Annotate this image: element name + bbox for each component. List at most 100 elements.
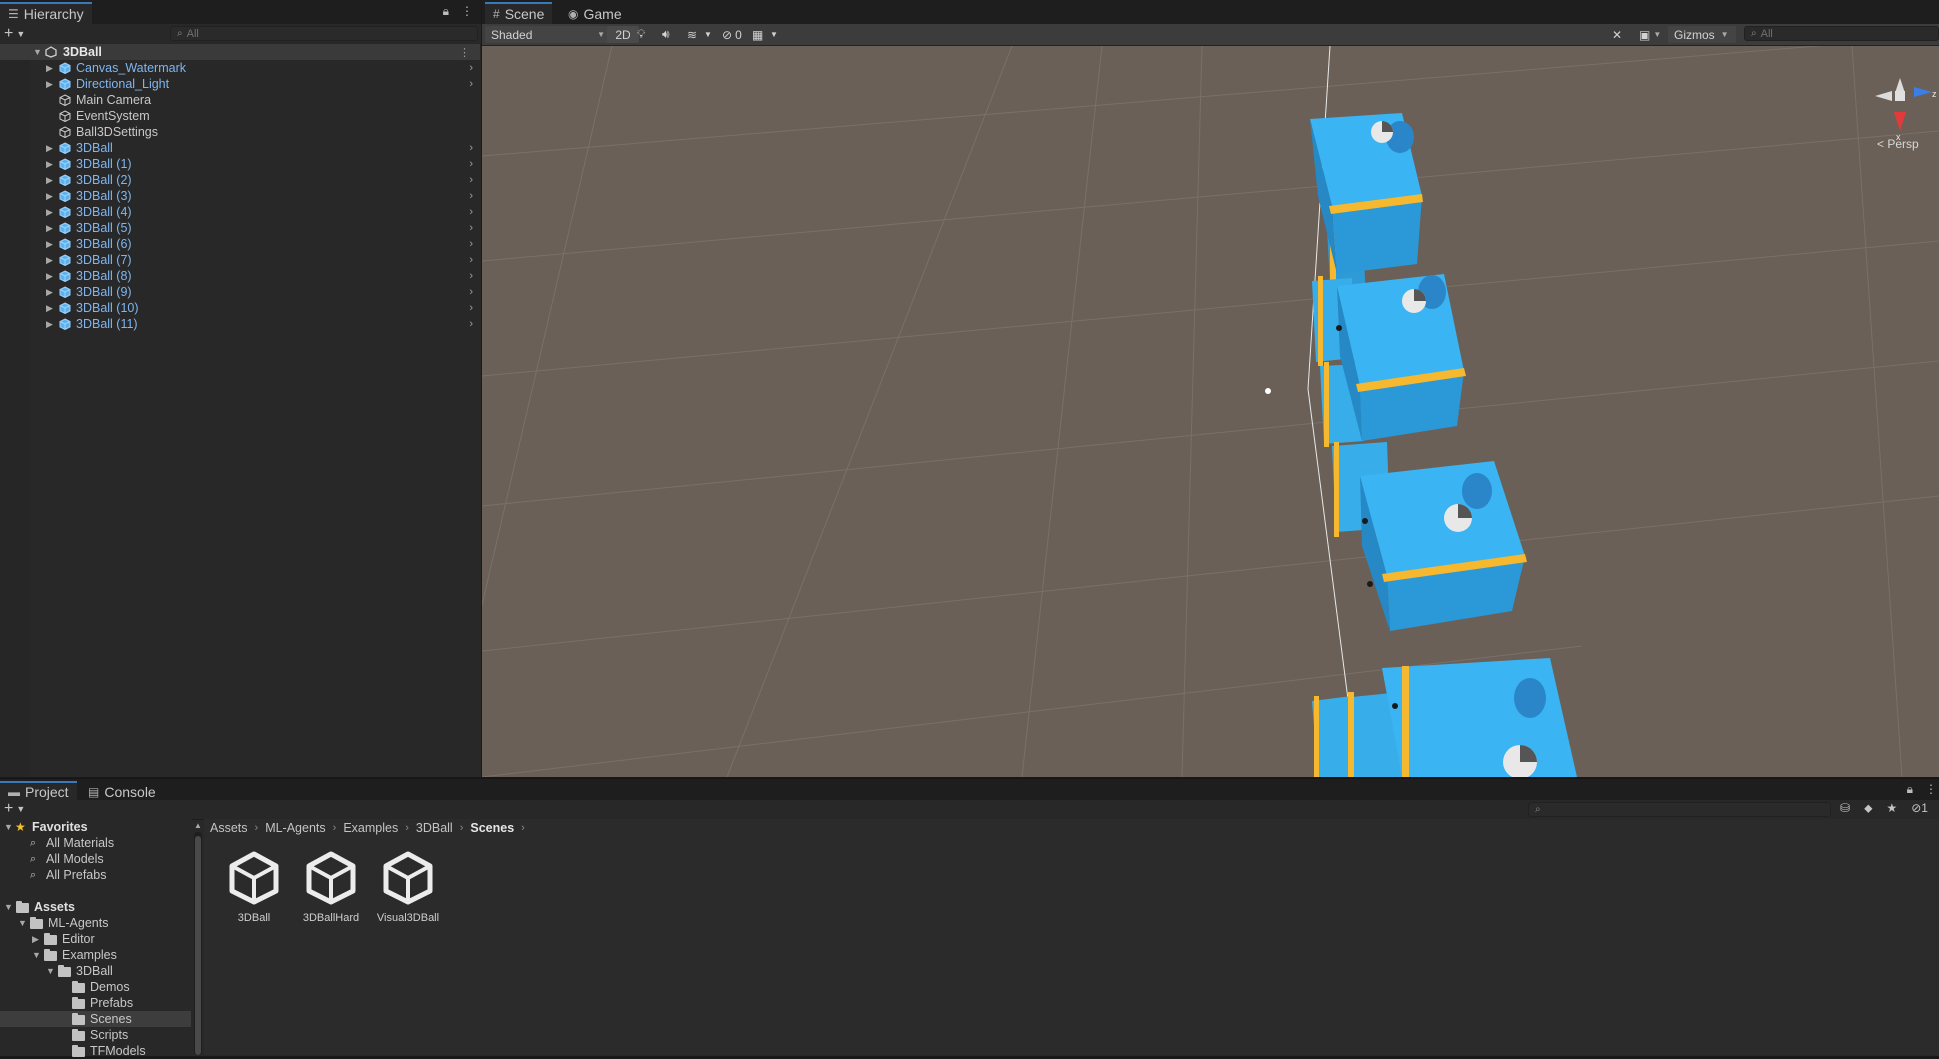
scene-search-input[interactable]: ⌕ All: [1744, 26, 1939, 41]
scrollbar-thumb[interactable]: [195, 836, 201, 1055]
breadcrumb-item[interactable]: ML-Agents: [265, 821, 325, 835]
tab-project[interactable]: ▬ Project: [0, 781, 77, 801]
expand-arrow-icon[interactable]: ▶: [46, 191, 53, 202]
hierarchy-item[interactable]: ▶ 3DBall (11) ›: [0, 316, 480, 332]
expand-arrow-icon[interactable]: ▼: [4, 902, 13, 912]
expand-arrow-icon[interactable]: ▶: [46, 255, 53, 266]
breadcrumb-item[interactable]: 3DBall: [416, 821, 453, 835]
tools-icon[interactable]: ✕: [1612, 26, 1622, 43]
hierarchy-item[interactable]: ▶ Directional_Light ›: [0, 76, 480, 92]
hierarchy-item[interactable]: ▶ 3DBall (3) ›: [0, 188, 480, 204]
chevron-right-icon[interactable]: ›: [469, 238, 473, 250]
chevron-right-icon[interactable]: ›: [469, 302, 473, 314]
chevron-right-icon[interactable]: ›: [469, 62, 473, 74]
hidden-objects-toggle[interactable]: ⊘ 0: [722, 26, 742, 43]
expand-arrow-icon[interactable]: ▶: [46, 159, 53, 170]
label-filter-icon[interactable]: ⬥: [1864, 801, 1872, 816]
expand-arrow-icon[interactable]: ▼: [18, 918, 27, 928]
camera-icon[interactable]: ▣ ▼: [1639, 26, 1661, 43]
breadcrumb-item[interactable]: Examples: [343, 821, 398, 835]
grid-dropdown-icon[interactable]: ▼: [770, 26, 778, 43]
create-button[interactable]: + ▼: [4, 24, 25, 44]
hierarchy-item[interactable]: EventSystem: [0, 108, 480, 124]
chevron-right-icon[interactable]: ›: [469, 142, 473, 154]
chevron-right-icon[interactable]: ›: [469, 286, 473, 298]
tab-hierarchy[interactable]: ☰ Hierarchy: [0, 2, 92, 24]
hierarchy-item[interactable]: ▶ 3DBall (9) ›: [0, 284, 480, 300]
favorite-star-icon[interactable]: ★: [1886, 801, 1897, 816]
chevron-right-icon[interactable]: ›: [469, 318, 473, 330]
hidden-packages-toggle[interactable]: ⊘1: [1911, 801, 1928, 816]
hierarchy-search-input[interactable]: ⌕ All: [170, 26, 478, 41]
scene-asset[interactable]: Visual3DBall: [369, 851, 447, 924]
hierarchy-item[interactable]: Ball3DSettings: [0, 124, 480, 140]
hierarchy-item[interactable]: ▶ Canvas_Watermark ›: [0, 60, 480, 76]
hierarchy-tabbar: ☰ Hierarchy 🔒︎ ⋮: [0, 0, 481, 24]
lock-icon[interactable]: 🔒︎: [443, 4, 449, 19]
chevron-right-icon[interactable]: ›: [469, 158, 473, 170]
tab-scene[interactable]: # Scene: [485, 2, 553, 24]
expand-arrow-icon[interactable]: ▶: [46, 223, 53, 234]
hierarchy-item[interactable]: ▶ 3DBall (2) ›: [0, 172, 480, 188]
chevron-right-icon[interactable]: ›: [469, 270, 473, 282]
breadcrumb-item[interactable]: Scenes: [470, 821, 514, 835]
expand-arrow-icon[interactable]: ▼: [33, 47, 42, 57]
expand-arrow-icon[interactable]: ▶: [46, 207, 53, 218]
chevron-right-icon[interactable]: ›: [469, 78, 473, 90]
hierarchy-scene-row[interactable]: ▼ 3DBall ⋮: [0, 44, 480, 60]
tab-game[interactable]: ◉ Game: [560, 3, 630, 24]
expand-arrow-icon[interactable]: ▶: [46, 143, 53, 154]
folder-tree-item[interactable]: Scenes: [0, 1011, 191, 1027]
effects-dropdown-icon[interactable]: ▼: [704, 26, 712, 43]
expand-arrow-icon[interactable]: ▶: [46, 319, 53, 330]
tab-console[interactable]: ▤ Console: [80, 782, 164, 802]
projection-toggle[interactable]: < Persp: [1877, 137, 1919, 151]
scene-asset[interactable]: 3DBall: [215, 851, 293, 924]
scene-asset[interactable]: 3DBallHard: [292, 851, 370, 924]
create-asset-button[interactable]: + ▼: [4, 799, 25, 819]
hierarchy-item[interactable]: ▶ 3DBall (6) ›: [0, 236, 480, 252]
chevron-right-icon[interactable]: ›: [469, 190, 473, 202]
hierarchy-item[interactable]: ▶ 3DBall (10) ›: [0, 300, 480, 316]
chevron-right-icon[interactable]: ›: [469, 174, 473, 186]
chevron-right-icon[interactable]: ›: [469, 206, 473, 218]
filter-type-icon[interactable]: ⛁: [1840, 801, 1850, 816]
project-folder-tree: ▼ ★ Favorites ⌕ All Materials ⌕ All Models ⌕ All…: [0, 819, 192, 1058]
hierarchy-item[interactable]: ▶ 3DBall (4) ›: [0, 204, 480, 220]
expand-arrow-icon[interactable]: ▶: [46, 63, 53, 74]
audio-toggle-icon[interactable]: 🔊︎: [662, 26, 670, 43]
expand-arrow-icon[interactable]: ▶: [46, 175, 53, 186]
shading-mode-dropdown[interactable]: Shaded ▼: [485, 26, 611, 43]
project-search-input[interactable]: ⌕: [1528, 802, 1831, 817]
chevron-right-icon[interactable]: ›: [469, 254, 473, 266]
expand-arrow-icon[interactable]: ▶: [46, 287, 53, 298]
grid-toggle-icon[interactable]: ▦: [752, 26, 763, 43]
lock-icon[interactable]: 🔒︎: [1907, 782, 1913, 797]
gizmos-dropdown[interactable]: Gizmos ▼: [1668, 26, 1736, 43]
scene-viewport[interactable]: x z < Persp: [482, 46, 1939, 777]
expand-arrow-icon[interactable]: ▼: [32, 950, 41, 960]
more-menu-icon[interactable]: ⋮: [459, 46, 470, 59]
prefab-icon: [59, 318, 71, 331]
toggle-2d-button[interactable]: 2D: [607, 26, 639, 43]
hierarchy-item[interactable]: Main Camera: [0, 92, 480, 108]
hierarchy-item[interactable]: ▶ 3DBall (5) ›: [0, 220, 480, 236]
expand-arrow-icon[interactable]: ▶: [32, 934, 39, 945]
expand-arrow-icon[interactable]: ▼: [4, 822, 13, 832]
expand-arrow-icon[interactable]: ▼: [46, 966, 55, 976]
chevron-right-icon[interactable]: ›: [469, 222, 473, 234]
hierarchy-item[interactable]: ▶ 3DBall (8) ›: [0, 268, 480, 284]
lighting-toggle-icon[interactable]: 💡︎: [637, 26, 645, 43]
effects-toggle-icon[interactable]: ≋: [687, 26, 697, 43]
expand-arrow-icon[interactable]: ▶: [46, 303, 53, 314]
breadcrumb-item[interactable]: Assets: [210, 821, 248, 835]
expand-arrow-icon[interactable]: ▶: [46, 79, 53, 90]
scroll-up-icon[interactable]: ▲: [194, 821, 202, 830]
more-menu-icon[interactable]: ⋮: [461, 4, 473, 19]
expand-arrow-icon[interactable]: ▶: [46, 271, 53, 282]
more-menu-icon[interactable]: ⋮: [1925, 782, 1937, 797]
hierarchy-item[interactable]: ▶ 3DBall (7) ›: [0, 252, 480, 268]
hierarchy-item[interactable]: ▶ 3DBall (1) ›: [0, 156, 480, 172]
hierarchy-item[interactable]: ▶ 3DBall ›: [0, 140, 480, 156]
expand-arrow-icon[interactable]: ▶: [46, 239, 53, 250]
